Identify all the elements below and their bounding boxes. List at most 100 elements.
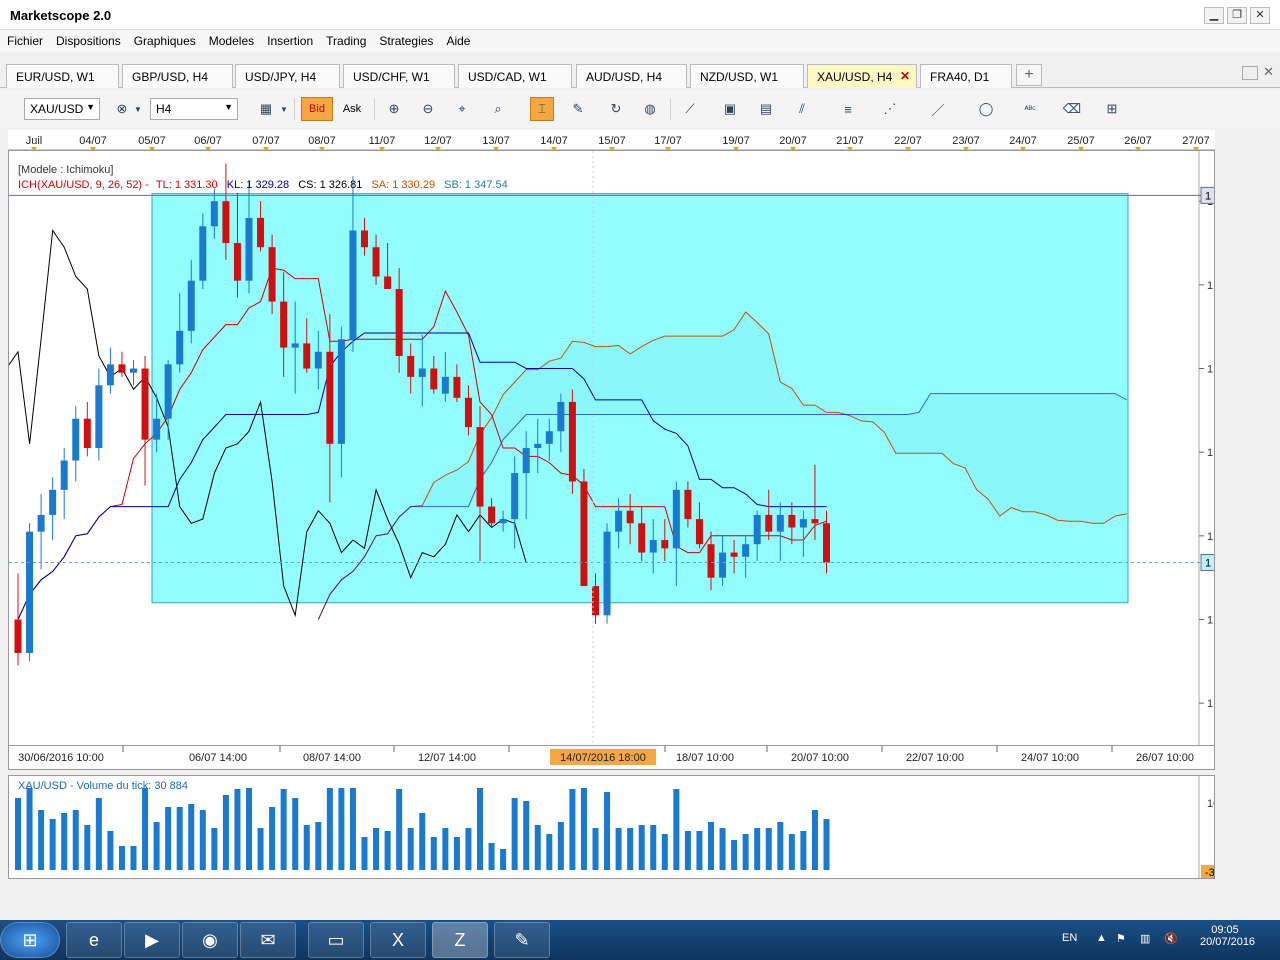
volume-icon[interactable]: 🔇 bbox=[1164, 932, 1178, 945]
chart-type-icon[interactable]: ▦ bbox=[254, 97, 278, 121]
menu-strategies[interactable]: Strategies bbox=[372, 30, 439, 48]
paint-icon[interactable]: ✎ bbox=[494, 922, 550, 958]
candle bbox=[37, 494, 45, 570]
horizontal-lines-icon[interactable]: ≡ bbox=[836, 97, 860, 121]
network-icon[interactable]: ▥ bbox=[1140, 932, 1150, 945]
globe-icon[interactable]: ◍ bbox=[638, 97, 662, 121]
tab-fra40[interactable]: FRA40, D1 bbox=[920, 64, 1012, 88]
tab-nzdusd[interactable]: NZD/USD, W1 bbox=[690, 64, 804, 88]
ask-button[interactable]: Ask bbox=[337, 97, 367, 121]
volume-bar bbox=[430, 837, 437, 870]
date-ruler-label: 27/07 bbox=[1182, 135, 1210, 147]
menu-dispositions[interactable]: Dispositions bbox=[49, 30, 127, 48]
magnify-icon[interactable]: ⌕ bbox=[486, 97, 510, 121]
fan-icon[interactable]: ⋰ bbox=[878, 97, 902, 121]
zoom-in-icon[interactable]: ⊕ bbox=[382, 97, 406, 121]
price-chart[interactable]: 1 310.00 1 320.00 1 330.00 1 340.00 1 350.00… bbox=[0, 150, 1250, 746]
volume-bar bbox=[269, 807, 276, 870]
candle-body bbox=[626, 510, 634, 524]
tray-arrow-icon[interactable]: ▲ bbox=[1096, 932, 1107, 944]
eraser-icon[interactable]: ⌫ bbox=[1060, 97, 1084, 121]
restore-chart-button[interactable] bbox=[1242, 66, 1258, 80]
chevron-down-icon[interactable]: ▼ bbox=[132, 97, 144, 121]
tab-usdjpy[interactable]: USD/JPY, H4 bbox=[235, 64, 340, 88]
add-tab-button[interactable]: + bbox=[1016, 64, 1042, 86]
clock[interactable]: 09:05 20/07/2016 bbox=[1200, 924, 1255, 948]
minimize-button[interactable]: ▁ bbox=[1204, 7, 1224, 24]
crosshair-icon[interactable]: ⌶ bbox=[530, 97, 554, 121]
menu-trading[interactable]: Trading bbox=[319, 30, 372, 48]
chevron-down-icon[interactable]: ▼ bbox=[278, 97, 290, 121]
file-explorer-icon[interactable]: ▭ bbox=[308, 922, 364, 958]
refresh-icon[interactable]: ↻ bbox=[604, 97, 628, 121]
candle bbox=[49, 477, 57, 541]
picture-icon[interactable]: ▣ bbox=[718, 97, 742, 121]
chrome-icon[interactable]: ◉ bbox=[182, 922, 238, 958]
line-draw-icon[interactable]: ／ bbox=[926, 97, 950, 121]
timeframe-select[interactable]: H4 ▼ bbox=[150, 98, 238, 120]
tab-xauusd[interactable]: XAU/USD, H4 ✕ bbox=[807, 64, 917, 88]
close-chart-icon[interactable]: ✕ bbox=[1263, 64, 1274, 80]
tab-eurusd[interactable]: EUR/USD, W1 bbox=[6, 64, 119, 88]
menu-aide[interactable]: Aide bbox=[439, 30, 476, 48]
candle-body bbox=[753, 514, 761, 545]
tab-label: USD/CHF, W1 bbox=[353, 70, 430, 84]
edit-chart-icon[interactable]: ✎ bbox=[566, 97, 590, 121]
volume-bar bbox=[95, 798, 102, 870]
volume-bar bbox=[534, 825, 541, 870]
excel-icon[interactable]: X bbox=[370, 922, 426, 958]
candle-body bbox=[707, 544, 715, 578]
date-ruler-label: Juil bbox=[26, 135, 43, 147]
maximize-button[interactable]: ❐ bbox=[1227, 7, 1247, 24]
flag-icon[interactable]: ⚑ bbox=[1116, 932, 1126, 945]
chart-plot[interactable]: 1 310.00 1 320.00 1 330.00 1 340.00 1 350.00… bbox=[0, 151, 1250, 745]
candle-body bbox=[615, 510, 623, 532]
internet-explorer-icon[interactable]: e bbox=[66, 922, 122, 958]
tab-label: AUD/USD, H4 bbox=[586, 70, 663, 84]
candle-body bbox=[176, 330, 184, 365]
tenkan-value: TL: 1 331.30 bbox=[155, 179, 218, 191]
volume-bar bbox=[130, 846, 137, 870]
candle-body bbox=[730, 552, 738, 557]
candle-body bbox=[49, 489, 57, 515]
tab-close-icon[interactable]: ✕ bbox=[900, 69, 910, 83]
window-icon[interactable]: ▤ bbox=[754, 97, 778, 121]
candle-body bbox=[280, 301, 288, 348]
tab-audusd[interactable]: AUD/USD, H4 bbox=[576, 64, 687, 88]
menu-modeles[interactable]: Modeles bbox=[202, 30, 260, 48]
symbol-select[interactable]: XAU/USD ▼ bbox=[24, 98, 100, 120]
compare-icon[interactable]: ⊗ bbox=[110, 97, 134, 121]
volume-bar bbox=[754, 828, 761, 870]
ruler-icon[interactable]: ⟋ bbox=[678, 97, 702, 121]
candle-body bbox=[14, 619, 22, 653]
zoom-out-icon[interactable]: ⊖ bbox=[416, 97, 440, 121]
tab-label: USD/JPY, H4 bbox=[245, 70, 317, 84]
volume-panel[interactable]: 100 000 -3 660 XAU/USD - Volume du tick: … bbox=[8, 775, 1247, 879]
tab-usdchf[interactable]: USD/CHF, W1 bbox=[343, 64, 455, 88]
ellipse-icon[interactable]: ◯ bbox=[974, 97, 998, 121]
trendline-tools-icon[interactable]: ⫽ bbox=[790, 97, 814, 121]
candle-body bbox=[303, 343, 311, 369]
hierarchy-icon[interactable]: ⊞ bbox=[1100, 97, 1124, 121]
menu-graphiques[interactable]: Graphiques bbox=[127, 30, 202, 48]
cursor-icon[interactable]: ⌖ bbox=[450, 97, 474, 121]
price-tick-label: 1 360.00 bbox=[1207, 280, 1214, 292]
volume-bar bbox=[153, 822, 160, 870]
tab-gbpusd[interactable]: GBP/USD, H4 bbox=[122, 64, 233, 88]
language-indicator[interactable]: EN bbox=[1062, 932, 1077, 944]
media-player-icon[interactable]: ▶ bbox=[124, 922, 180, 958]
menu-insertion[interactable]: Insertion bbox=[260, 30, 319, 48]
menu-fichier[interactable]: Fichier bbox=[0, 30, 49, 48]
start-button[interactable]: ⊞ bbox=[0, 922, 60, 958]
bid-button[interactable]: Bid bbox=[301, 97, 333, 121]
tab-usdcad[interactable]: USD/CAD, W1 bbox=[458, 64, 572, 88]
candle-body bbox=[568, 401, 576, 482]
close-button[interactable]: ✕ bbox=[1250, 7, 1270, 24]
volume-bar bbox=[107, 831, 114, 870]
date-ruler: Juil 04/07 05/07 06/07 07/07 08/07 11/07 12/07 1… bbox=[8, 130, 1215, 152]
text-label-icon[interactable]: ᴬᴮᶜ bbox=[1018, 97, 1042, 121]
time-axis-svg: 30/06/2016 10:00 06/07 14:00 08/07 14:00 12… bbox=[18, 746, 1228, 765]
outlook-icon[interactable]: ✉ bbox=[240, 922, 296, 958]
volume-bar bbox=[384, 831, 391, 870]
marketscope-icon[interactable]: Z bbox=[432, 922, 488, 958]
